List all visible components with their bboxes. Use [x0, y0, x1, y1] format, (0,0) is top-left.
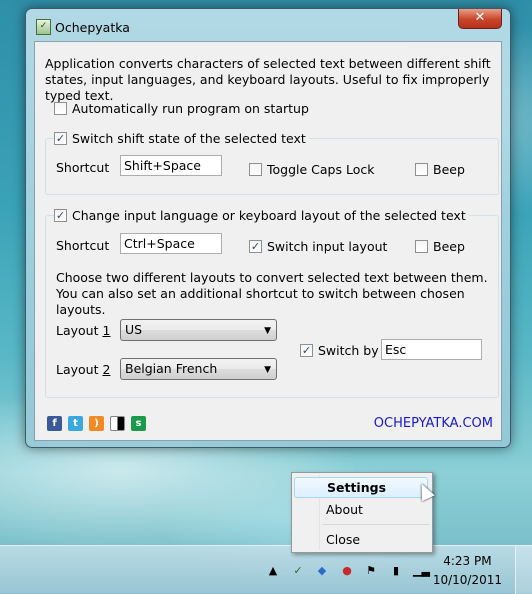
app-window: ✓ Ochepyatka ✕ Application converts char… [25, 8, 511, 448]
site-link[interactable]: OCHEPYATKA.COM [374, 416, 493, 431]
layout-shortcut-field[interactable]: Ctrl+Space [120, 233, 222, 254]
stumbleupon-icon[interactable]: s [131, 416, 146, 431]
shift-beep-checkbox[interactable] [415, 163, 428, 176]
facebook-icon[interactable]: f [47, 416, 62, 431]
title-bar[interactable]: ✓ Ochepyatka ✕ [26, 9, 510, 39]
shift-state-option[interactable]: ✓ Switch shift state of the selected tex… [54, 131, 309, 146]
twitter-icon[interactable]: t [68, 416, 83, 431]
taskbar: ▲ ✓ ◆ ● ⚑ ▮ ▁▃ 4:23 PM 10/10/2011 [0, 545, 532, 594]
shift-state-label: Switch shift state of the selected text [72, 131, 306, 146]
layout1-select[interactable]: US ▼ [120, 319, 277, 341]
shift-beep-label: Beep [433, 162, 465, 177]
power-icon[interactable]: ▮ [389, 564, 403, 578]
dropbox-icon[interactable]: ◆ [315, 564, 329, 578]
menu-item-about[interactable]: About [294, 499, 428, 520]
layout2-label: Layout 2 [56, 362, 111, 377]
app-description: Application converts characters of selec… [45, 56, 491, 103]
window-title: Ochepyatka [55, 20, 130, 35]
layout1-value: US [125, 322, 143, 337]
taskbar-clock[interactable]: 4:23 PM 10/10/2011 [433, 552, 502, 590]
shift-shortcut-label: Shortcut [56, 160, 110, 175]
switch-by-label: Switch by [318, 343, 379, 358]
layout-change-checkbox[interactable]: ✓ [54, 209, 67, 222]
toggle-caps-label: Toggle Caps Lock [267, 162, 375, 177]
rss-icon[interactable]: ) [89, 416, 104, 431]
layout-beep-option[interactable]: Beep [415, 239, 465, 254]
delicious-icon[interactable] [110, 416, 125, 431]
layout1-label: Layout 1 [56, 323, 111, 338]
layout-change-label: Change input language or keyboard layout… [72, 208, 466, 223]
close-button[interactable]: ✕ [458, 9, 502, 29]
action-center-flag-icon[interactable]: ⚑ [364, 564, 378, 578]
app-icon: ✓ [36, 19, 51, 35]
shift-shortcut-field[interactable]: Shift+Space [120, 155, 222, 176]
chevron-down-icon: ▼ [264, 365, 271, 375]
tray-context-menu: Settings About Close [291, 472, 433, 553]
switch-input-option[interactable]: ✓ Switch input layout [249, 239, 387, 254]
shift-state-checkbox[interactable]: ✓ [54, 132, 67, 145]
layout-shortcut-label: Shortcut [56, 238, 110, 253]
clock-time: 4:23 PM [443, 554, 492, 568]
autorun-checkbox[interactable] [54, 102, 67, 115]
show-desktop-button[interactable] [515, 546, 532, 594]
layout2-value: Belgian French [125, 361, 218, 376]
show-hidden-icons-icon[interactable]: ▲ [266, 564, 280, 578]
switch-by-option[interactable]: ✓ Switch by [300, 343, 379, 358]
switch-by-field[interactable]: Esc [381, 339, 482, 360]
layout-info-text: Choose two different layouts to convert … [56, 270, 488, 317]
switch-input-label: Switch input layout [267, 239, 388, 254]
menu-item-close[interactable]: Close [294, 529, 428, 550]
toggle-caps-checkbox[interactable] [249, 163, 262, 176]
shift-beep-option[interactable]: Beep [415, 162, 465, 177]
chevron-down-icon: ▼ [264, 326, 271, 336]
menu-separator [322, 524, 430, 525]
autorun-option[interactable]: Automatically run program on startup [54, 101, 309, 116]
toggle-caps-option[interactable]: Toggle Caps Lock [249, 162, 374, 177]
layout-beep-checkbox[interactable] [415, 240, 428, 253]
menu-item-settings[interactable]: Settings [294, 477, 428, 498]
clock-date: 10/10/2011 [432, 573, 502, 587]
network-signal-icon[interactable]: ▁▃ [413, 564, 430, 578]
switch-input-checkbox[interactable]: ✓ [249, 240, 262, 253]
switch-by-checkbox[interactable]: ✓ [300, 344, 313, 357]
client-area: Application converts characters of selec… [34, 41, 502, 441]
security-icon[interactable]: ● [340, 564, 354, 578]
layout2-select[interactable]: Belgian French ▼ [120, 358, 277, 380]
layout-change-option[interactable]: ✓ Change input language or keyboard layo… [54, 208, 469, 223]
ochepyatka-tray-icon[interactable]: ✓ [291, 564, 305, 578]
layout-beep-label: Beep [433, 239, 465, 254]
autorun-label: Automatically run program on startup [72, 101, 309, 116]
